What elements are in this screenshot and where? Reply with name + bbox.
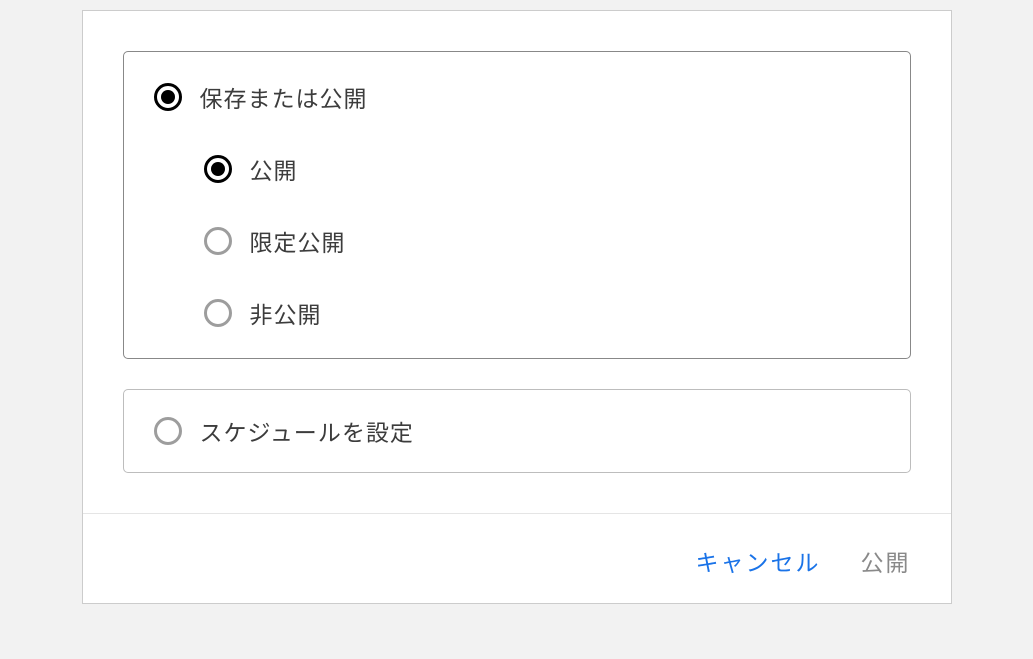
dialog-footer: キャンセル 公開	[83, 513, 951, 603]
schedule-card[interactable]: スケジュールを設定	[123, 389, 911, 473]
cancel-button[interactable]: キャンセル	[696, 544, 821, 578]
radio-dot-icon	[211, 162, 225, 176]
private-radio[interactable]: 非公開	[204, 296, 880, 330]
schedule-label: スケジュールを設定	[200, 414, 414, 448]
unlisted-radio[interactable]: 限定公開	[204, 224, 880, 258]
save-or-publish-card[interactable]: 保存または公開 公開 限定公開 非公開	[123, 51, 911, 359]
radio-checked-icon	[204, 155, 232, 183]
visibility-sub-options: 公開 限定公開 非公開	[204, 152, 880, 330]
radio-checked-icon	[154, 83, 182, 111]
radio-unchecked-icon	[154, 417, 182, 445]
radio-dot-icon	[161, 90, 175, 104]
publish-button[interactable]: 公開	[861, 544, 911, 578]
visibility-dialog: 保存または公開 公開 限定公開 非公開	[82, 10, 952, 604]
save-or-publish-radio[interactable]: 保存または公開	[154, 80, 880, 114]
public-label: 公開	[250, 152, 298, 186]
radio-unchecked-icon	[204, 299, 232, 327]
radio-unchecked-icon	[204, 227, 232, 255]
unlisted-label: 限定公開	[250, 224, 346, 258]
save-or-publish-label: 保存または公開	[200, 80, 368, 114]
public-radio[interactable]: 公開	[204, 152, 880, 186]
schedule-radio[interactable]: スケジュールを設定	[154, 414, 880, 448]
private-label: 非公開	[250, 296, 322, 330]
